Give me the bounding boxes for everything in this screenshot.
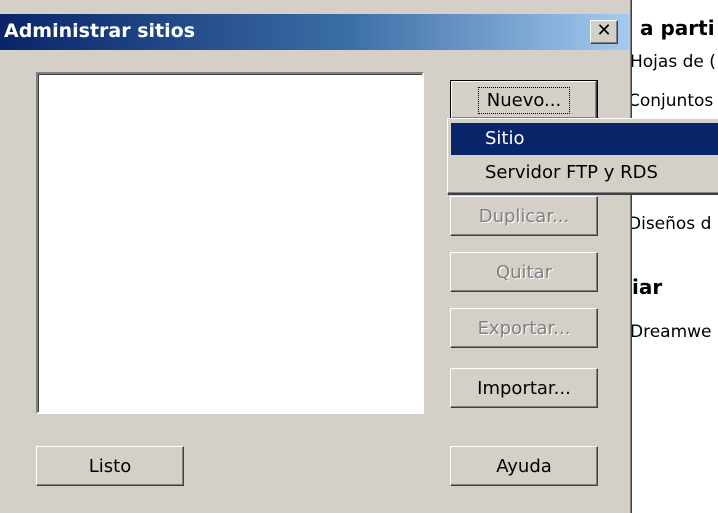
export-button-label: Exportar...	[477, 317, 571, 339]
screen: a parti Hojas de ( Conjuntos Diseños d i…	[0, 0, 718, 513]
close-button[interactable]: ✕	[590, 20, 618, 44]
remove-button[interactable]: Quitar	[450, 252, 598, 292]
remove-button-label: Quitar	[495, 261, 553, 283]
close-icon: ✕	[596, 20, 612, 41]
dialog-title: Administrar sitios	[4, 20, 196, 42]
help-button[interactable]: Ayuda	[450, 446, 598, 486]
import-button-label: Importar...	[477, 377, 571, 399]
dialog-titlebar[interactable]: Administrar sitios ✕	[0, 14, 630, 50]
manage-sites-dialog: Administrar sitios ✕ Nuevo... Duplicar..…	[0, 0, 632, 513]
done-button-label: Listo	[88, 455, 132, 477]
bg-heading-1: a parti	[640, 16, 715, 40]
done-button[interactable]: Listo	[36, 446, 184, 486]
bg-heading-2: iar	[632, 275, 663, 299]
import-button[interactable]: Importar...	[450, 368, 598, 408]
bg-line-3: Diseños d	[628, 214, 712, 234]
export-button[interactable]: Exportar...	[450, 308, 598, 348]
new-button[interactable]: Nuevo...	[450, 80, 598, 120]
new-menu: Sitio Servidor FTP y RDS	[447, 118, 718, 194]
menu-item-site[interactable]: Sitio	[451, 123, 718, 155]
bg-line-4: Dreamwe	[630, 322, 712, 342]
bg-line-2: Conjuntos	[628, 91, 714, 111]
sites-list[interactable]	[36, 72, 424, 414]
new-button-label: Nuevo...	[477, 86, 571, 114]
duplicate-button-label: Duplicar...	[478, 205, 570, 227]
help-button-label: Ayuda	[496, 455, 552, 477]
duplicate-button[interactable]: Duplicar...	[450, 196, 598, 236]
bg-line-1: Hojas de (	[630, 52, 716, 72]
menu-item-ftp-rds-server[interactable]: Servidor FTP y RDS	[451, 157, 718, 189]
